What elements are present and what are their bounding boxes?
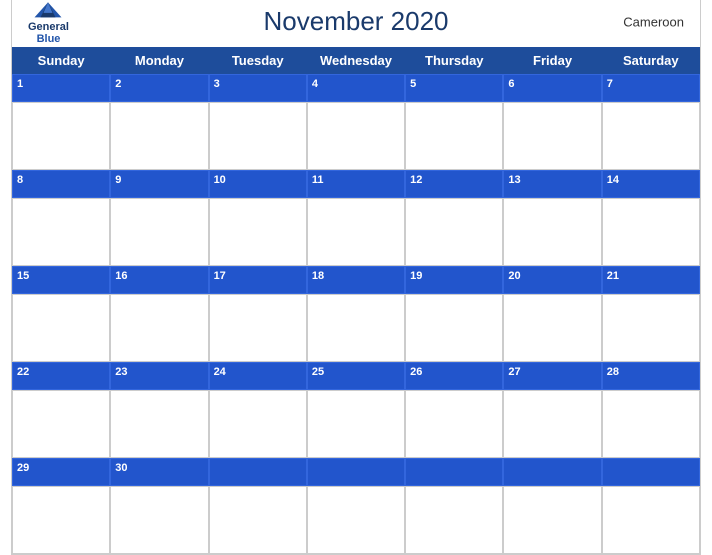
cell-28 (602, 390, 700, 458)
calendar: General Blue November 2020 Cameroon Sund… (11, 0, 701, 555)
cell-6 (503, 102, 601, 170)
day-header-wednesday: Wednesday (307, 47, 405, 74)
cell-16 (110, 294, 208, 362)
day-header-monday: Monday (110, 47, 208, 74)
calendar-grid: 1 2 3 4 5 6 7 8 9 10 11 12 13 14 (12, 74, 700, 554)
day-header-thursday: Thursday (405, 47, 503, 74)
date-24: 24 (209, 362, 307, 390)
cell-1 (12, 102, 110, 170)
date-18: 18 (307, 266, 405, 294)
day-header-friday: Friday (503, 47, 601, 74)
logo-blue-text: Blue (37, 33, 61, 45)
cell-7 (602, 102, 700, 170)
week-1-body (12, 102, 700, 170)
cell-30 (110, 486, 208, 554)
date-1: 1 (12, 74, 110, 102)
cell-18 (307, 294, 405, 362)
date-null-4 (503, 458, 601, 486)
cell-25 (307, 390, 405, 458)
cell-21 (602, 294, 700, 362)
date-13: 13 (503, 170, 601, 198)
date-3: 3 (209, 74, 307, 102)
logo-general-text: General (28, 20, 69, 32)
date-17: 17 (209, 266, 307, 294)
cell-14 (602, 198, 700, 266)
date-null-5 (602, 458, 700, 486)
generalblue-logo-icon (33, 0, 63, 20)
cell-12 (405, 198, 503, 266)
week-2-body (12, 198, 700, 266)
country-label: Cameroon (623, 14, 684, 29)
cell-empty-4 (503, 486, 601, 554)
week-2-header: 8 9 10 11 12 13 14 (12, 170, 700, 198)
week-4-header: 22 23 24 25 26 27 28 (12, 362, 700, 390)
date-26: 26 (405, 362, 503, 390)
date-9: 9 (110, 170, 208, 198)
date-28: 28 (602, 362, 700, 390)
cell-3 (209, 102, 307, 170)
cell-13 (503, 198, 601, 266)
cell-22 (12, 390, 110, 458)
cell-26 (405, 390, 503, 458)
date-11: 11 (307, 170, 405, 198)
cell-empty-2 (307, 486, 405, 554)
cell-29 (12, 486, 110, 554)
date-30: 30 (110, 458, 208, 486)
week-5-body (12, 486, 700, 554)
date-4: 4 (307, 74, 405, 102)
cell-empty-1 (209, 486, 307, 554)
calendar-title: November 2020 (264, 6, 449, 37)
date-7: 7 (602, 74, 700, 102)
day-headers: Sunday Monday Tuesday Wednesday Thursday… (12, 47, 700, 74)
week-5-header: 29 30 (12, 458, 700, 486)
date-8: 8 (12, 170, 110, 198)
cell-17 (209, 294, 307, 362)
date-22: 22 (12, 362, 110, 390)
day-header-sunday: Sunday (12, 47, 110, 74)
cell-19 (405, 294, 503, 362)
date-20: 20 (503, 266, 601, 294)
date-10: 10 (209, 170, 307, 198)
cell-10 (209, 198, 307, 266)
cell-11 (307, 198, 405, 266)
cell-5 (405, 102, 503, 170)
cell-2 (110, 102, 208, 170)
date-25: 25 (307, 362, 405, 390)
date-null-3 (405, 458, 503, 486)
date-6: 6 (503, 74, 601, 102)
week-1-header: 1 2 3 4 5 6 7 (12, 74, 700, 102)
cell-empty-3 (405, 486, 503, 554)
cell-20 (503, 294, 601, 362)
cell-8 (12, 198, 110, 266)
date-12: 12 (405, 170, 503, 198)
date-23: 23 (110, 362, 208, 390)
day-header-tuesday: Tuesday (209, 47, 307, 74)
day-header-saturday: Saturday (602, 47, 700, 74)
week-4-body (12, 390, 700, 458)
date-21: 21 (602, 266, 700, 294)
date-null-1 (209, 458, 307, 486)
cell-empty-5 (602, 486, 700, 554)
calendar-header: General Blue November 2020 Cameroon (12, 0, 700, 47)
cell-4 (307, 102, 405, 170)
cell-27 (503, 390, 601, 458)
date-19: 19 (405, 266, 503, 294)
cell-15 (12, 294, 110, 362)
cell-23 (110, 390, 208, 458)
date-29: 29 (12, 458, 110, 486)
date-14: 14 (602, 170, 700, 198)
date-15: 15 (12, 266, 110, 294)
week-3-header: 15 16 17 18 19 20 21 (12, 266, 700, 294)
date-27: 27 (503, 362, 601, 390)
date-2: 2 (110, 74, 208, 102)
date-5: 5 (405, 74, 503, 102)
cell-9 (110, 198, 208, 266)
week-3-body (12, 294, 700, 362)
date-null-2 (307, 458, 405, 486)
cell-24 (209, 390, 307, 458)
date-16: 16 (110, 266, 208, 294)
logo: General Blue (28, 0, 69, 45)
